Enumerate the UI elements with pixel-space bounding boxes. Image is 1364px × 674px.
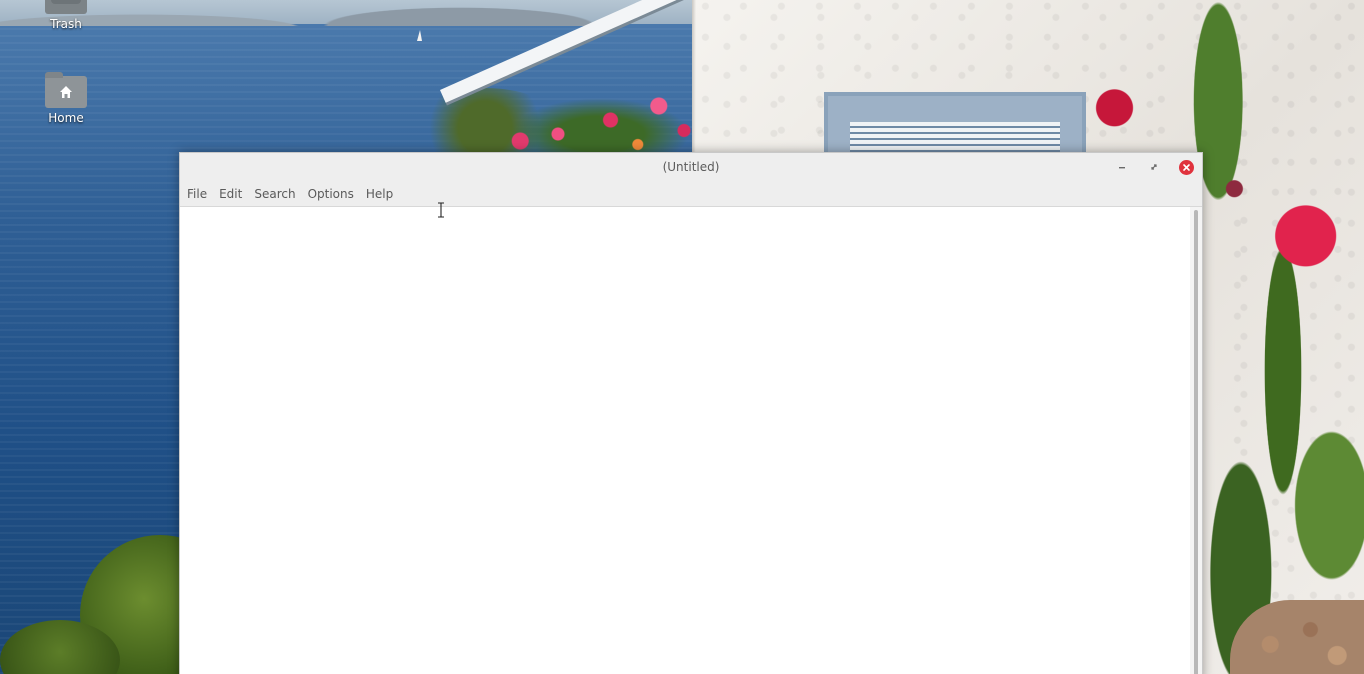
- desktop-icon-home[interactable]: Home: [21, 72, 111, 125]
- menu-options[interactable]: Options: [303, 182, 359, 206]
- menu-file[interactable]: File: [182, 182, 212, 206]
- close-button[interactable]: [1178, 159, 1194, 175]
- menu-help[interactable]: Help: [361, 182, 398, 206]
- maximize-icon: [1151, 164, 1157, 170]
- text-cursor-icon: [438, 202, 444, 218]
- scrollbar-thumb[interactable]: [1194, 210, 1198, 674]
- minimize-icon: [1119, 167, 1125, 169]
- menu-search[interactable]: Search: [249, 182, 300, 206]
- menu-bar: File Edit Search Options Help: [180, 182, 1202, 207]
- window-titlebar[interactable]: (Untitled): [180, 153, 1202, 182]
- desktop-icon-label: Home: [48, 111, 84, 125]
- wallpaper-sailboat: [417, 30, 422, 41]
- desktop: Trash Home (Untitled) File Edit Search O…: [0, 0, 1364, 674]
- desktop-icon-trash[interactable]: Trash: [21, 0, 111, 31]
- maximize-button[interactable]: [1146, 159, 1162, 175]
- window-title: (Untitled): [662, 160, 720, 174]
- home-icon: [60, 86, 72, 98]
- home-folder-icon: [45, 72, 87, 108]
- vertical-scrollbar[interactable]: [1190, 207, 1202, 674]
- minimize-button[interactable]: [1114, 159, 1130, 175]
- close-icon: [1182, 163, 1190, 171]
- text-editor-window: (Untitled) File Edit Search Options Help: [179, 152, 1203, 674]
- desktop-icon-label: Trash: [50, 17, 82, 31]
- trash-icon: [45, 0, 87, 14]
- text-editor-area[interactable]: [180, 207, 1190, 674]
- menu-edit[interactable]: Edit: [214, 182, 247, 206]
